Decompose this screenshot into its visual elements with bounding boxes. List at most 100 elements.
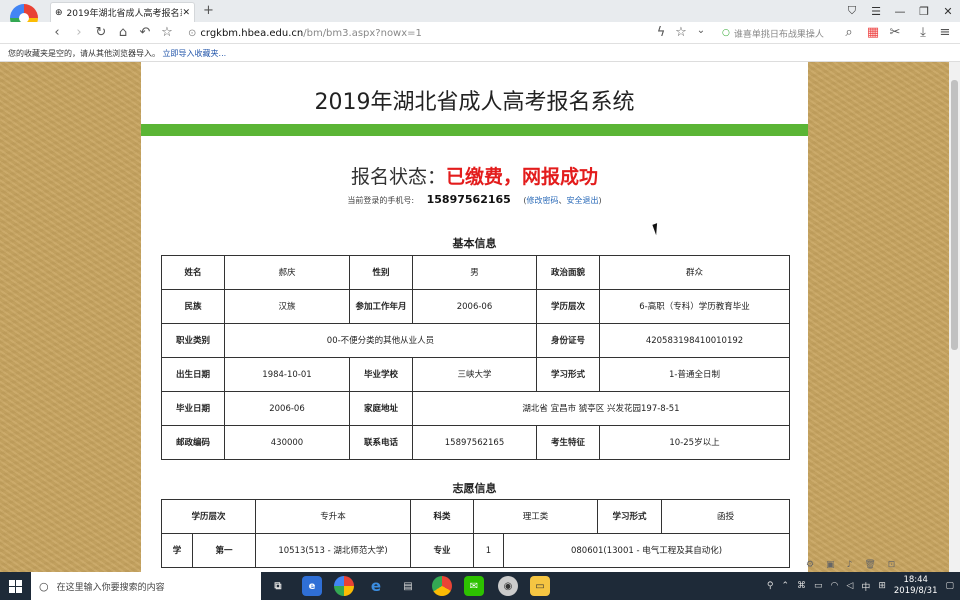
table-key: 家庭地址 [349, 391, 413, 426]
clock-time: 18:44 [903, 575, 928, 585]
table-value: 6-高职（专科）学历教育毕业 [599, 289, 790, 324]
import-bookmarks-link[interactable]: 立即导入收藏夹... [163, 49, 227, 58]
reload-icon[interactable]: ↻ [92, 25, 110, 40]
task-view-icon[interactable]: ⧉ [268, 576, 288, 596]
taskbar-search-input[interactable]: ○ 在这里输入你要搜索的内容 [31, 572, 261, 600]
table-key: 性别 [349, 255, 413, 290]
table-key: 联系电话 [349, 425, 413, 460]
links-separator: 、 [558, 196, 567, 205]
store-icon[interactable]: ▤ [398, 576, 418, 596]
system-tray: ⚲ ⌃ ⌘ ▭ ◠ ◁ 中 ⊞ 18:44 2019/8/31 ▢ [767, 572, 954, 600]
back-icon[interactable]: ‹ [48, 25, 66, 40]
taskbar-search-placeholder: 在这里输入你要搜索的内容 [56, 582, 165, 593]
table-value: 080601(13001 - 电气工程及其自动化) [503, 533, 791, 568]
table-key: 第一 [191, 533, 257, 568]
tool-icon[interactable]: ⚙ [806, 560, 814, 570]
forward-icon[interactable]: › [70, 25, 88, 40]
scrollbar-thumb[interactable] [951, 80, 958, 350]
green-divider [141, 124, 808, 136]
table-key: 毕业学校 [349, 357, 413, 392]
table-value: 湖北省 宜昌市 猇亭区 兴发花园197-8-51 [412, 391, 790, 426]
undo-icon[interactable]: ↶ [136, 25, 154, 40]
search-icon: ○ [39, 579, 49, 593]
table-key: 出生日期 [161, 357, 225, 392]
logout-link[interactable]: 安全退出 [567, 196, 599, 205]
zoom-icon[interactable]: ⊡ [888, 560, 896, 570]
home-icon[interactable]: ⌂ [114, 25, 132, 40]
change-password-link[interactable]: 修改密码 [527, 196, 559, 205]
restore-icon[interactable]: ❐ [912, 0, 936, 22]
close-icon[interactable]: ✕ [936, 0, 960, 22]
trash-icon[interactable]: 🗑 [864, 560, 875, 570]
360-browser-taskbar-icon[interactable] [334, 576, 354, 596]
table-row: 学 第一 10513(513 - 湖北师范大学) 专业 1 080601(130… [161, 533, 791, 568]
table-value: 三峡大学 [412, 357, 537, 392]
chevron-up-icon[interactable]: ⌃ [781, 581, 789, 591]
more-menu-icon[interactable]: ≡ [936, 25, 954, 40]
lightning-icon[interactable]: ϟ [652, 25, 670, 40]
browser-title-bar: ⊕ 2019年湖北省成人高考报名系 ✕ + ⛉ ☰ — ❐ ✕ [0, 0, 960, 32]
app-icon[interactable]: ◉ [498, 576, 518, 596]
table-row: 毕业日期 2006-06 家庭地址 湖北省 宜昌市 猇亭区 兴发花园197-8-… [161, 391, 790, 426]
menu-icon[interactable]: ☰ [864, 0, 888, 22]
input-method-icon[interactable]: ⊞ [878, 581, 886, 591]
browser-status-icons: ⚙ ▣ ♪ 🗑 ⊡ [806, 560, 895, 570]
volume-icon[interactable]: ◁ [846, 581, 853, 591]
tab-close-icon[interactable]: ✕ [182, 8, 190, 18]
network-icon[interactable]: ⌘ [797, 581, 806, 591]
apps-icon[interactable]: ▦ [864, 25, 882, 40]
chrome-icon[interactable] [432, 576, 452, 596]
tab-title: 2019年湖北省成人高考报名系 [66, 9, 183, 19]
table-row: 邮政编码 430000 联系电话 15897562165 考生特征 10-25岁… [161, 425, 790, 460]
table-value: 10513(513 - 湖北师范大学) [255, 533, 412, 568]
table-value: 男 [412, 255, 537, 290]
table-key: 专业 [410, 533, 475, 568]
url-field[interactable]: ⊙ crgkbm.hbea.edu.cn /bm/bm3.aspx?nowx=1 [188, 25, 708, 41]
table-value: 00-不便分类的其他从业人员 [224, 323, 537, 358]
new-tab-icon[interactable]: + [203, 3, 214, 18]
bookmark-star-icon[interactable]: ☆ [672, 25, 690, 40]
browser-tab[interactable]: ⊕ 2019年湖北省成人高考报名系 ✕ [50, 2, 195, 22]
chevron-down-icon[interactable]: ⌄ [692, 25, 710, 36]
wechat-icon[interactable]: ✉ [464, 576, 484, 596]
favorite-icon[interactable]: ☆ [158, 25, 176, 40]
phone-label: 当前登录的手机号: [347, 196, 415, 205]
table-key: 学历层次 [536, 289, 600, 324]
folder-icon[interactable]: ▭ [530, 576, 550, 596]
search-icon[interactable]: ⌕ [840, 25, 858, 40]
search-placeholder: 谁喜单挑日布战果操人 [733, 29, 824, 40]
system-clock[interactable]: 18:44 2019/8/31 [894, 575, 938, 597]
table-row: 民族 汉族 参加工作年月 2006-06 学历层次 6-高职（专科）学历教育毕业 [161, 289, 790, 324]
scissors-icon[interactable]: ✂ [886, 25, 904, 40]
table-key: 政治面貌 [536, 255, 600, 290]
table-value: 群众 [599, 255, 790, 290]
status-value: 已缴费，网报成功 [446, 166, 599, 188]
windows-taskbar: ○ 在这里输入你要搜索的内容 ⧉ e e ▤ ✉ ◉ ▭ ⚲ ⌃ ⌘ ▭ ◠ ◁… [0, 572, 960, 600]
battery-icon[interactable]: ▭ [814, 581, 823, 591]
wifi-icon[interactable]: ◠ [831, 581, 839, 591]
table-value: 420583198410010192 [599, 323, 790, 358]
ime-indicator[interactable]: 中 [861, 580, 870, 593]
edge-icon[interactable]: e [366, 576, 386, 596]
table-key: 学历层次 [160, 499, 257, 534]
table-key: 毕业日期 [161, 391, 225, 426]
table-row: 出生日期 1984-10-01 毕业学校 三峡大学 学习形式 1-普通全日制 [161, 357, 790, 392]
security-icon: ⊙ [188, 27, 197, 39]
download-icon[interactable]: ⤓ [914, 25, 932, 40]
table-value: 1 [473, 533, 505, 568]
url-host: crgkbm.hbea.edu.cn [200, 27, 304, 39]
table-value: 理工类 [473, 499, 599, 534]
notifications-icon[interactable]: ▢ [945, 581, 954, 591]
screenshot-icon[interactable]: ▣ [826, 560, 835, 570]
person-icon[interactable]: ⚲ [767, 581, 774, 591]
table-value: 2006-06 [412, 289, 537, 324]
content-card: 2019年湖北省成人高考报名系统 报名状态：已缴费，网报成功 当前登录的手机号:… [141, 62, 808, 572]
start-button[interactable] [0, 572, 30, 600]
login-phone-line: 当前登录的手机号: 15897562165 (修改密码、安全退出) [141, 193, 808, 206]
bookmarks-bar: 您的收藏夹是空的，请从其他浏览器导入。 立即导入收藏夹... [0, 44, 960, 62]
basic-info-table: 姓名 郝庆 性别 男 政治面貌 群众 民族 汉族 参加工作年月 2006-06 … [161, 255, 790, 460]
skin-icon[interactable]: ⛉ [840, 0, 864, 22]
browser-taskbar-icon[interactable]: e [302, 576, 322, 596]
minimize-icon[interactable]: — [888, 0, 912, 22]
speaker-icon[interactable]: ♪ [847, 560, 853, 570]
